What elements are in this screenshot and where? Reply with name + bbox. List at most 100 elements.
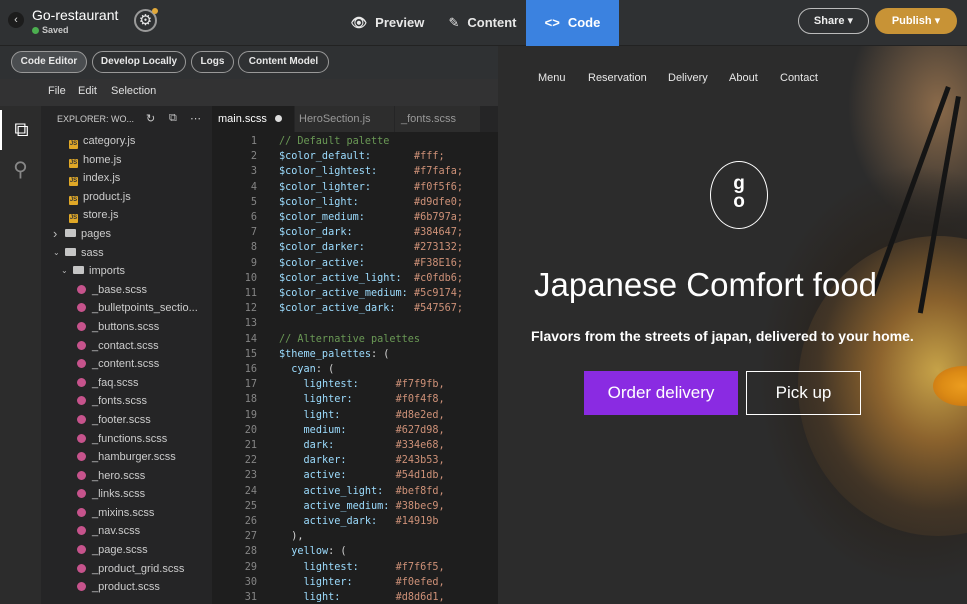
tab-code[interactable]: <> Code — [526, 0, 619, 46]
menu-file[interactable]: File — [48, 85, 66, 97]
code-line: 28 yellow: ( — [212, 544, 498, 559]
folder-item[interactable]: ⌄ imports — [41, 262, 212, 281]
code-token: #273132; — [413, 242, 464, 254]
develop-locally-button[interactable]: Develop Locally — [92, 51, 186, 73]
js-file-icon: JS — [69, 214, 78, 224]
file-item[interactable]: JS home.js — [41, 151, 212, 170]
file-item[interactable]: _buttons.scss — [41, 318, 212, 337]
file-item[interactable]: JS index.js — [41, 169, 212, 188]
tab-herosection-js[interactable]: HeroSection.js — [295, 106, 394, 132]
menu-bar: File Edit Selection — [0, 79, 498, 106]
menu-edit[interactable]: Edit — [78, 85, 97, 97]
code-line: 25 active_medium: #38bec9, — [212, 499, 498, 514]
file-item[interactable]: _mixins.scss — [41, 504, 212, 523]
code-line: 30 lighter: #f0efed, — [212, 575, 498, 590]
folder-icon — [65, 247, 76, 256]
collapse-all-icon[interactable]: ⧉ — [169, 112, 177, 125]
file-name: _functions.scss — [92, 432, 168, 445]
code-line: 8 $color_darker: #273132; — [212, 240, 498, 255]
nav-delivery[interactable]: Delivery — [668, 72, 708, 84]
file-name: _base.scss — [92, 283, 148, 296]
file-name: category.js — [83, 135, 136, 147]
code-text: $color_lightest: #f7fafa; — [279, 164, 463, 179]
file-item[interactable]: _content.scss — [41, 355, 212, 374]
file-item[interactable]: _functions.scss — [41, 430, 212, 449]
tab-fonts-scss[interactable]: _fonts.scss — [395, 106, 480, 132]
code-token: #334e68, — [395, 440, 445, 451]
nav-about[interactable]: About — [729, 72, 758, 84]
file-item[interactable]: JS category.js — [41, 132, 212, 151]
line-number: 3 — [250, 166, 257, 178]
tab-content[interactable]: ✎ Content — [440, 0, 525, 46]
code-line: 1 // Default palette — [212, 134, 498, 149]
nav-reservation[interactable]: Reservation — [588, 72, 647, 84]
refresh-icon[interactable]: ↻ — [146, 112, 155, 125]
file-item[interactable]: _links.scss — [41, 485, 212, 504]
search-icon[interactable]: ⚲ — [0, 150, 41, 190]
code-token: $color_active_medium: — [279, 288, 414, 299]
file-item[interactable]: JS store.js — [41, 206, 212, 225]
code-token: $color_lightest: — [279, 166, 414, 178]
publish-button[interactable]: Publish ▾ — [875, 8, 957, 34]
code-text: lightest: #f7f6f5, — [279, 560, 445, 575]
nav-menu[interactable]: Menu — [538, 72, 566, 84]
order-delivery-button[interactable]: Order delivery — [584, 371, 738, 415]
tab-main-scss[interactable]: main.scss — [212, 106, 294, 132]
scss-file-icon — [77, 545, 86, 555]
line-number: 19 — [244, 409, 257, 421]
code-text: lighter: #f0efed, — [279, 575, 445, 590]
file-item[interactable]: _base.scss — [41, 281, 212, 300]
file-item[interactable]: _fonts.scss — [41, 392, 212, 411]
menu-selection[interactable]: Selection — [111, 85, 156, 97]
folder-item[interactable]: › pages — [41, 225, 212, 244]
file-item[interactable]: _product_grid.scss — [41, 560, 212, 579]
more-icon[interactable]: ⋯ — [190, 112, 201, 125]
file-item[interactable]: _hamburger.scss — [41, 448, 212, 467]
file-item[interactable]: _hero.scss — [41, 467, 212, 486]
file-item[interactable]: _product.scss — [41, 578, 212, 597]
hero-title: Japanese Comfort food — [534, 266, 878, 303]
tab-preview[interactable]: 👁 Preview — [340, 0, 435, 46]
code-token: darker: — [303, 455, 396, 467]
line-number: 5 — [250, 196, 257, 208]
code-line: 29 lightest: #f7f6f5, — [212, 560, 498, 575]
file-item[interactable]: _faq.scss — [41, 374, 212, 393]
file-item[interactable]: JS product.js — [41, 188, 212, 207]
save-status-label: Saved — [42, 25, 69, 35]
file-tree: JS category.js JS home.js JS index.js JS produc… — [41, 132, 212, 597]
code-text: $color_active_light: #c0fdb6; — [279, 271, 463, 286]
file-item[interactable]: _nav.scss — [41, 522, 212, 541]
share-button[interactable]: Share ▾ — [798, 8, 869, 34]
folder-icon — [73, 266, 84, 275]
files-icon[interactable]: ⧉ — [0, 110, 41, 150]
code-text: $color_active: #F38E16; — [279, 256, 463, 271]
code-text: $color_light: #d9dfe0; — [279, 195, 463, 210]
file-item[interactable]: _contact.scss — [41, 337, 212, 356]
file-name: _nav.scss — [92, 525, 141, 538]
file-name: _product_grid.scss — [92, 562, 185, 575]
file-item[interactable]: _bulletpoints_sectio... — [41, 299, 212, 318]
nav-contact[interactable]: Contact — [780, 72, 818, 84]
code-token: $color_medium: — [279, 212, 414, 223]
folder-icon — [65, 228, 76, 237]
notification-dot — [152, 8, 158, 14]
pick-up-button[interactable]: Pick up — [746, 371, 861, 415]
back-icon[interactable]: ‹ — [8, 12, 24, 28]
logs-button[interactable]: Logs — [191, 51, 234, 73]
code-editor-button[interactable]: Code Editor — [11, 51, 87, 73]
content-model-button[interactable]: Content Model — [238, 51, 329, 73]
file-item[interactable]: _footer.scss — [41, 411, 212, 430]
file-item[interactable]: _page.scss — [41, 541, 212, 560]
line-number: 31 — [244, 592, 257, 603]
line-number: 7 — [250, 227, 257, 239]
chevron-down-icon: ⌄ — [61, 266, 68, 276]
eye-icon: 👁 — [350, 15, 368, 30]
tab-content-label: Content — [467, 15, 517, 30]
code-text: darker: #243b53, — [279, 453, 445, 468]
gear-icon[interactable]: ⚙ — [134, 8, 158, 32]
code-token: lightest: — [303, 379, 396, 391]
folder-item[interactable]: ⌄ sass — [41, 244, 212, 263]
line-number: 23 — [244, 470, 257, 482]
code-editor[interactable]: 1 // Default palette 2 $color_default: #fff… — [212, 132, 498, 604]
